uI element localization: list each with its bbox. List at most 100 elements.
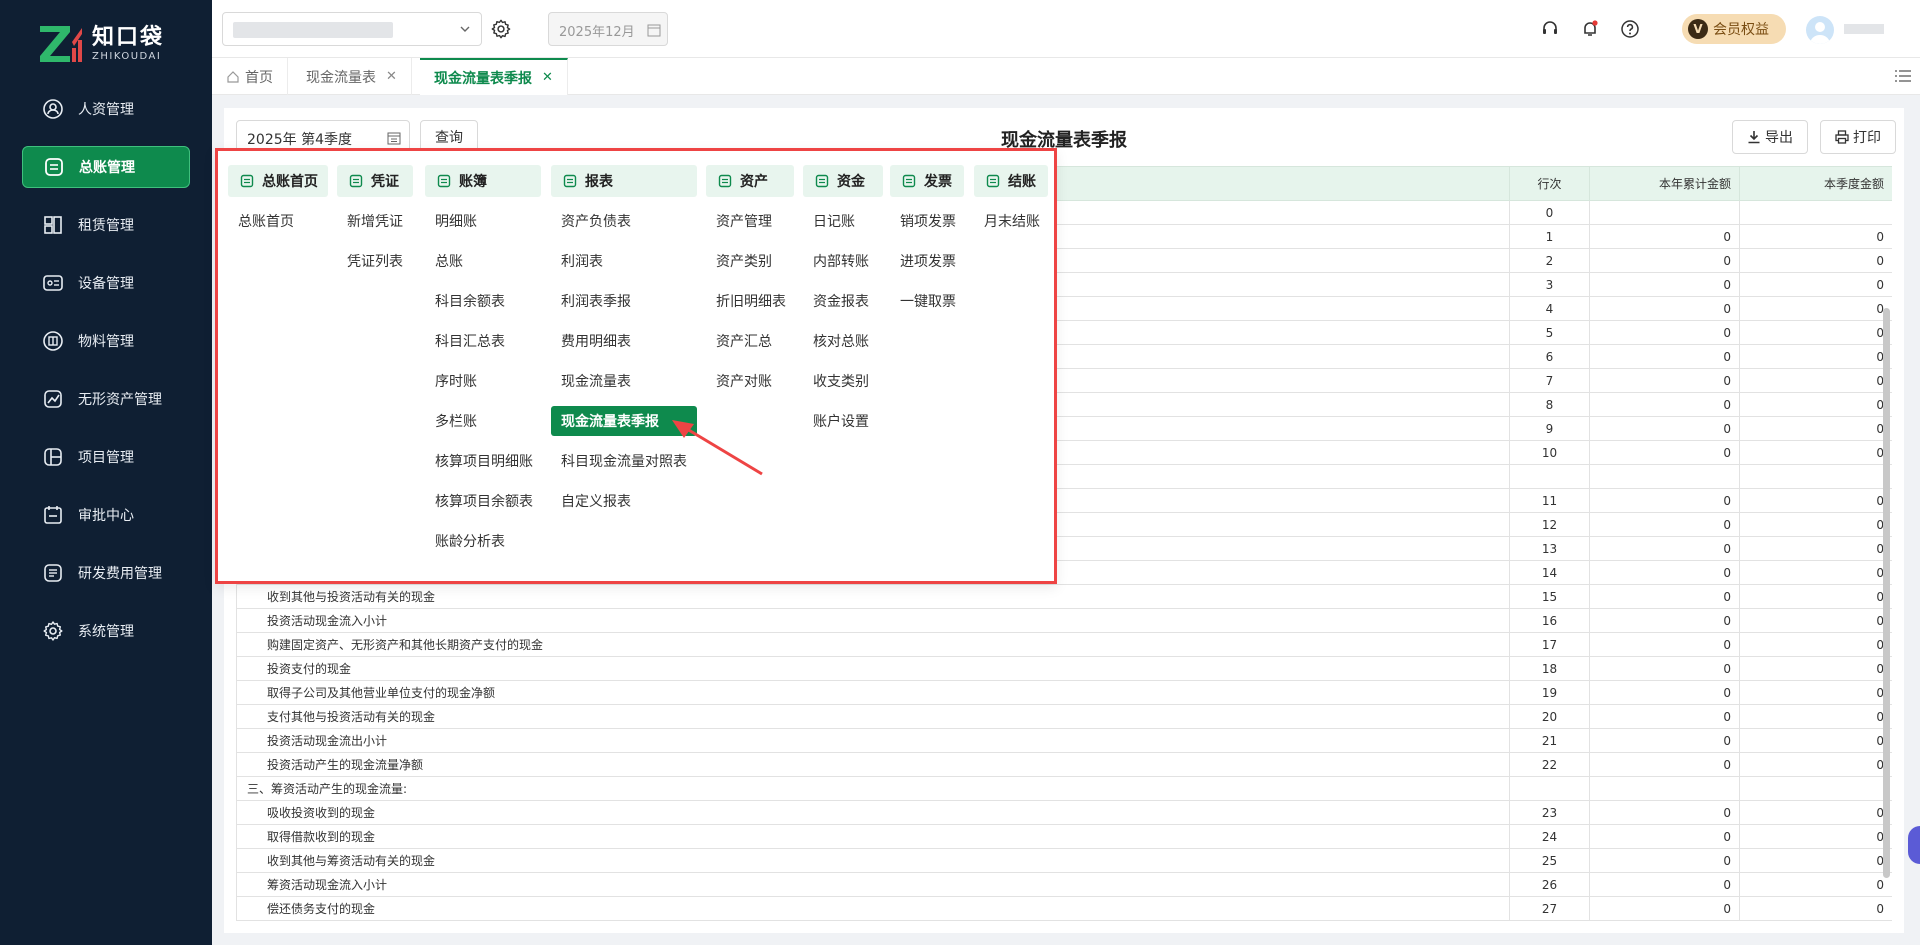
menu-item[interactable]: 现金流量表 — [551, 361, 697, 401]
calendar-icon — [647, 24, 661, 37]
menu-item[interactable]: 明细账 — [425, 201, 541, 241]
sidebar-item-8[interactable]: 研发费用管理 — [22, 552, 190, 594]
menu-group-header[interactable]: 账簿 — [425, 165, 541, 197]
cell-quarter: 0 — [1739, 824, 1892, 849]
tab-cashflow[interactable]: 现金流量表 ✕ — [292, 58, 412, 95]
menu-item[interactable]: 利润表 — [551, 241, 697, 281]
cell-quarter: 0 — [1739, 584, 1892, 609]
menu-item[interactable]: 一键取票 — [890, 281, 964, 321]
company-select[interactable] — [222, 12, 482, 46]
menu-item[interactable]: 费用明细表 — [551, 321, 697, 361]
menu-item[interactable]: 账龄分析表 — [425, 521, 541, 561]
menu-item[interactable]: 资产汇总 — [706, 321, 794, 361]
cell-line: 10 — [1509, 440, 1590, 465]
help-icon[interactable] — [1620, 19, 1640, 39]
chevron-down-icon — [460, 26, 470, 32]
menu-item[interactable]: 月末结账 — [974, 201, 1048, 241]
avatar[interactable] — [1806, 16, 1834, 44]
menu-item[interactable]: 资金报表 — [803, 281, 883, 321]
brand-logo[interactable]: 知口袋 ZHIKOUDAI — [36, 22, 164, 64]
member-benefits-button[interactable]: V 会员权益 — [1682, 14, 1786, 44]
menu-group-header[interactable]: 资产 — [706, 165, 794, 197]
gear-icon[interactable] — [490, 18, 512, 40]
headset-icon[interactable] — [1540, 19, 1560, 39]
username-redacted[interactable] — [1844, 24, 1884, 34]
list-menu-icon[interactable] — [1894, 68, 1912, 84]
logo-icon — [40, 26, 82, 62]
menu-group-header[interactable]: 报表 — [551, 165, 697, 197]
sidebar-item-7[interactable]: 审批中心 — [22, 494, 190, 536]
period-value: 2025年 第4季度 — [247, 132, 352, 148]
cell-item: 投资活动产生的现金流量净额 — [236, 752, 1510, 777]
book-icon — [437, 174, 451, 188]
menu-group-header[interactable]: 总账首页 — [228, 165, 328, 197]
menu-item[interactable]: 内部转账 — [803, 241, 883, 281]
sidebar-item-4[interactable]: 物料管理 — [22, 320, 190, 362]
menu-item[interactable]: 核对总账 — [803, 321, 883, 361]
menu-group-header[interactable]: 资金 — [803, 165, 883, 197]
menu-item[interactable]: 销项发票 — [890, 201, 964, 241]
cell-line: 4 — [1509, 296, 1590, 321]
cell-line: 27 — [1509, 896, 1590, 921]
project-icon — [42, 446, 64, 468]
calendar-icon — [387, 132, 401, 145]
menu-item[interactable]: 资产对账 — [706, 361, 794, 401]
cell-line: 23 — [1509, 800, 1590, 825]
tab-cashflow-quarterly[interactable]: 现金流量表季报 ✕ — [420, 58, 568, 95]
cell-ytd: 0 — [1589, 488, 1740, 513]
cell-line: 26 — [1509, 872, 1590, 897]
menu-item[interactable]: 新增凭证 — [337, 201, 413, 241]
menu-item[interactable]: 科目汇总表 — [425, 321, 541, 361]
cell-item: 取得子公司及其他营业单位支付的现金净额 — [236, 680, 1510, 705]
menu-item[interactable]: 科目余额表 — [425, 281, 541, 321]
print-button[interactable]: 打印 — [1820, 120, 1896, 154]
sidebar-item-2[interactable]: 租赁管理 — [22, 204, 190, 246]
menu-item[interactable]: 序时账 — [425, 361, 541, 401]
chat-bubble-icon[interactable] — [1908, 826, 1920, 864]
close-icon[interactable]: ✕ — [542, 70, 553, 85]
sidebar-item-1[interactable]: 总账管理 — [22, 146, 190, 188]
cell-item: 取得借款收到的现金 — [236, 824, 1510, 849]
sidebar-item-0[interactable]: 人资管理 — [22, 88, 190, 130]
cell-item: 筹资活动现金流入小计 — [236, 872, 1510, 897]
cell-item: 收到其他与筹资活动有关的现金 — [236, 848, 1510, 873]
cell-ytd: 0 — [1589, 248, 1740, 273]
cell-ytd: 0 — [1589, 536, 1740, 561]
menu-item[interactable]: 收支类别 — [803, 361, 883, 401]
sidebar-item-6[interactable]: 项目管理 — [22, 436, 190, 478]
menu-item[interactable]: 多栏账 — [425, 401, 541, 441]
menu-item[interactable]: 自定义报表 — [551, 481, 697, 521]
table-scrollbar[interactable] — [1883, 308, 1890, 878]
menu-item[interactable]: 总账首页 — [228, 201, 328, 241]
menu-item[interactable]: 资产类别 — [706, 241, 794, 281]
month-picker[interactable]: 2025年12月 — [548, 12, 668, 46]
menu-item[interactable]: 进项发票 — [890, 241, 964, 281]
menu-item[interactable]: 核算项目余额表 — [425, 481, 541, 521]
menu-item[interactable]: 折旧明细表 — [706, 281, 794, 321]
menu-item[interactable]: 资产负债表 — [551, 201, 697, 241]
menu-item[interactable]: 凭证列表 — [337, 241, 413, 281]
menu-item[interactable]: 账户设置 — [803, 401, 883, 441]
export-button[interactable]: 导出 — [1732, 120, 1808, 154]
tab-label: 首页 — [245, 69, 273, 86]
menu-item[interactable]: 资产管理 — [706, 201, 794, 241]
table-row: 购建固定资产、无形资产和其他长期资产支付的现金 17 0 0 — [236, 632, 1892, 657]
menu-group-header[interactable]: 凭证 — [337, 165, 413, 197]
cell-quarter: 0 — [1739, 344, 1892, 369]
month-value: 2025年12月 — [559, 25, 635, 40]
menu-item[interactable]: 总账 — [425, 241, 541, 281]
tab-home[interactable]: 首页 — [212, 58, 288, 95]
sidebar-item-5[interactable]: 无形资产管理 — [22, 378, 190, 420]
menu-item[interactable]: 利润表季报 — [551, 281, 697, 321]
menu-item[interactable]: 日记账 — [803, 201, 883, 241]
voucher-icon — [349, 174, 363, 188]
menu-group-header[interactable]: 结账 — [974, 165, 1048, 197]
menu-group-header[interactable]: 发票 — [890, 165, 964, 197]
report-icon — [563, 174, 577, 188]
sidebar-item-9[interactable]: 系统管理 — [22, 610, 190, 652]
sidebar-item-3[interactable]: 设备管理 — [22, 262, 190, 304]
bell-icon[interactable] — [1580, 19, 1600, 39]
cell-item: 购建固定资产、无形资产和其他长期资产支付的现金 — [236, 632, 1510, 657]
close-icon[interactable]: ✕ — [386, 69, 397, 84]
menu-item[interactable]: 核算项目明细账 — [425, 441, 541, 481]
